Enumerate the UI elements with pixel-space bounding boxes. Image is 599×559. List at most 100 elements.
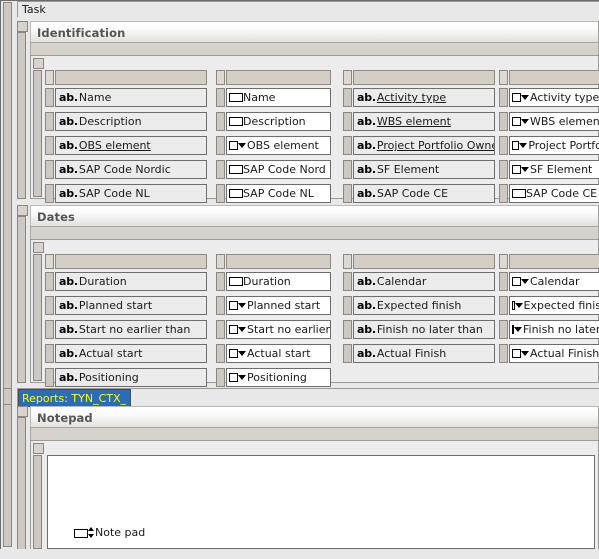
- field-cell[interactable]: Expected finish: [509, 296, 599, 315]
- field-cell[interactable]: Description: [226, 112, 331, 131]
- field-cell[interactable]: Planned start: [226, 296, 331, 315]
- field-cell[interactable]: Finish no later t: [509, 320, 599, 339]
- column-drag-handle[interactable]: [45, 254, 54, 269]
- row-drag-grip[interactable]: [45, 296, 54, 315]
- label-cell[interactable]: ab. Calendar: [353, 272, 495, 291]
- label-cell[interactable]: ab. SAP Code CE: [353, 184, 495, 203]
- row-drag-grip[interactable]: [343, 136, 352, 155]
- row-drag-grip[interactable]: [343, 160, 352, 179]
- row-drag-grip[interactable]: [216, 184, 225, 203]
- reports-drag-rail[interactable]: [3, 388, 12, 405]
- column-drag-handle[interactable]: [499, 254, 508, 269]
- row-drag-grip[interactable]: [216, 296, 225, 315]
- note-pad-control[interactable]: Note pad: [74, 526, 145, 539]
- panel-drag-rail-notepad[interactable]: [33, 455, 42, 549]
- label-cell[interactable]: ab. Name: [55, 88, 207, 107]
- column-drag-handle[interactable]: [216, 254, 225, 269]
- row-drag-grip[interactable]: [499, 184, 508, 203]
- row-drag-grip[interactable]: [499, 88, 508, 107]
- label-cell[interactable]: ab. WBS element: [353, 112, 495, 131]
- field-cell[interactable]: Name: [226, 88, 331, 107]
- row-drag-grip[interactable]: [216, 136, 225, 155]
- row-drag-grip[interactable]: [45, 88, 54, 107]
- row-drag-grip[interactable]: [343, 184, 352, 203]
- label-cell[interactable]: ab. Duration: [55, 272, 207, 291]
- group-collapse-handle-dates[interactable]: [17, 205, 28, 216]
- group-collapse-handle-notepad[interactable]: [17, 406, 28, 417]
- row-drag-grip[interactable]: [343, 344, 352, 363]
- label-cell[interactable]: ab. Description: [55, 112, 207, 131]
- panel-collapse-handle-notepad[interactable]: [33, 443, 44, 454]
- group-drag-rail-notepad[interactable]: [17, 417, 26, 551]
- notepad-textarea[interactable]: Note pad: [47, 455, 595, 549]
- column-header-bar[interactable]: [509, 70, 599, 85]
- label-cell[interactable]: ab. SAP Code NL: [55, 184, 207, 203]
- field-cell[interactable]: SAP Code NL: [226, 184, 331, 203]
- column-header-bar[interactable]: [353, 254, 495, 269]
- panel-collapse-handle-identification[interactable]: [33, 58, 44, 69]
- row-drag-grip[interactable]: [499, 344, 508, 363]
- label-cell[interactable]: ab. Start no earlier than: [55, 320, 207, 339]
- row-drag-grip[interactable]: [343, 296, 352, 315]
- row-drag-grip[interactable]: [343, 320, 352, 339]
- panel-collapse-handle-dates[interactable]: [33, 242, 44, 253]
- field-cell[interactable]: Duration: [226, 272, 331, 291]
- label-cell[interactable]: ab. Planned start: [55, 296, 207, 315]
- row-drag-grip[interactable]: [216, 272, 225, 291]
- field-cell[interactable]: Activity type: [509, 88, 599, 107]
- column-drag-handle[interactable]: [45, 70, 54, 85]
- column-header-bar[interactable]: [226, 70, 331, 85]
- column-header-bar[interactable]: [226, 254, 331, 269]
- row-drag-grip[interactable]: [45, 112, 54, 131]
- row-drag-grip[interactable]: [499, 296, 508, 315]
- row-drag-grip[interactable]: [45, 136, 54, 155]
- field-cell[interactable]: Actual start: [226, 344, 331, 363]
- row-drag-grip[interactable]: [343, 112, 352, 131]
- row-drag-grip[interactable]: [499, 136, 508, 155]
- form-drag-rail[interactable]: [3, 2, 12, 547]
- label-cell[interactable]: ab. Finish no later than: [353, 320, 495, 339]
- label-cell[interactable]: ab. OBS element: [55, 136, 207, 155]
- field-cell[interactable]: Positioning: [226, 368, 331, 387]
- row-drag-grip[interactable]: [499, 160, 508, 179]
- column-drag-handle[interactable]: [343, 70, 352, 85]
- field-cell[interactable]: WBS element: [509, 112, 599, 131]
- column-drag-handle[interactable]: [499, 70, 508, 85]
- row-drag-grip[interactable]: [45, 368, 54, 387]
- column-header-bar[interactable]: [55, 254, 207, 269]
- row-drag-grip[interactable]: [499, 320, 508, 339]
- row-drag-grip[interactable]: [45, 344, 54, 363]
- row-drag-grip[interactable]: [216, 160, 225, 179]
- label-cell[interactable]: ab. Expected finish: [353, 296, 495, 315]
- column-header-bar[interactable]: [55, 70, 207, 85]
- field-cell[interactable]: Calendar: [509, 272, 599, 291]
- field-cell[interactable]: SAP Code Nord: [226, 160, 331, 179]
- row-drag-grip[interactable]: [216, 320, 225, 339]
- row-drag-grip[interactable]: [45, 320, 54, 339]
- label-cell[interactable]: ab. SF Element: [353, 160, 495, 179]
- field-cell[interactable]: Actual Finish: [509, 344, 599, 363]
- row-drag-grip[interactable]: [499, 272, 508, 291]
- group-collapse-handle-identification[interactable]: [17, 21, 28, 32]
- row-drag-grip[interactable]: [216, 344, 225, 363]
- column-header-bar[interactable]: [509, 254, 599, 269]
- group-drag-rail-identification[interactable]: [17, 32, 26, 199]
- row-drag-grip[interactable]: [499, 112, 508, 131]
- row-drag-grip[interactable]: [216, 112, 225, 131]
- row-drag-grip[interactable]: [343, 272, 352, 291]
- column-drag-handle[interactable]: [343, 254, 352, 269]
- label-cell[interactable]: ab. Actual start: [55, 344, 207, 363]
- column-header-bar[interactable]: [353, 70, 495, 85]
- panel-drag-rail-dates[interactable]: [33, 254, 42, 381]
- field-cell[interactable]: SF Element: [509, 160, 599, 179]
- label-cell[interactable]: ab. Activity type: [353, 88, 495, 107]
- panel-drag-rail-identification[interactable]: [33, 70, 42, 197]
- field-cell[interactable]: Project Portfoli: [509, 136, 599, 155]
- group-drag-rail-dates[interactable]: [17, 216, 26, 383]
- row-drag-grip[interactable]: [216, 88, 225, 107]
- row-drag-grip[interactable]: [343, 88, 352, 107]
- field-cell[interactable]: SAP Code CE: [509, 184, 599, 203]
- label-cell[interactable]: ab. Actual Finish: [353, 344, 495, 363]
- label-cell[interactable]: ab. Positioning: [55, 368, 207, 387]
- field-cell[interactable]: OBS element: [226, 136, 331, 155]
